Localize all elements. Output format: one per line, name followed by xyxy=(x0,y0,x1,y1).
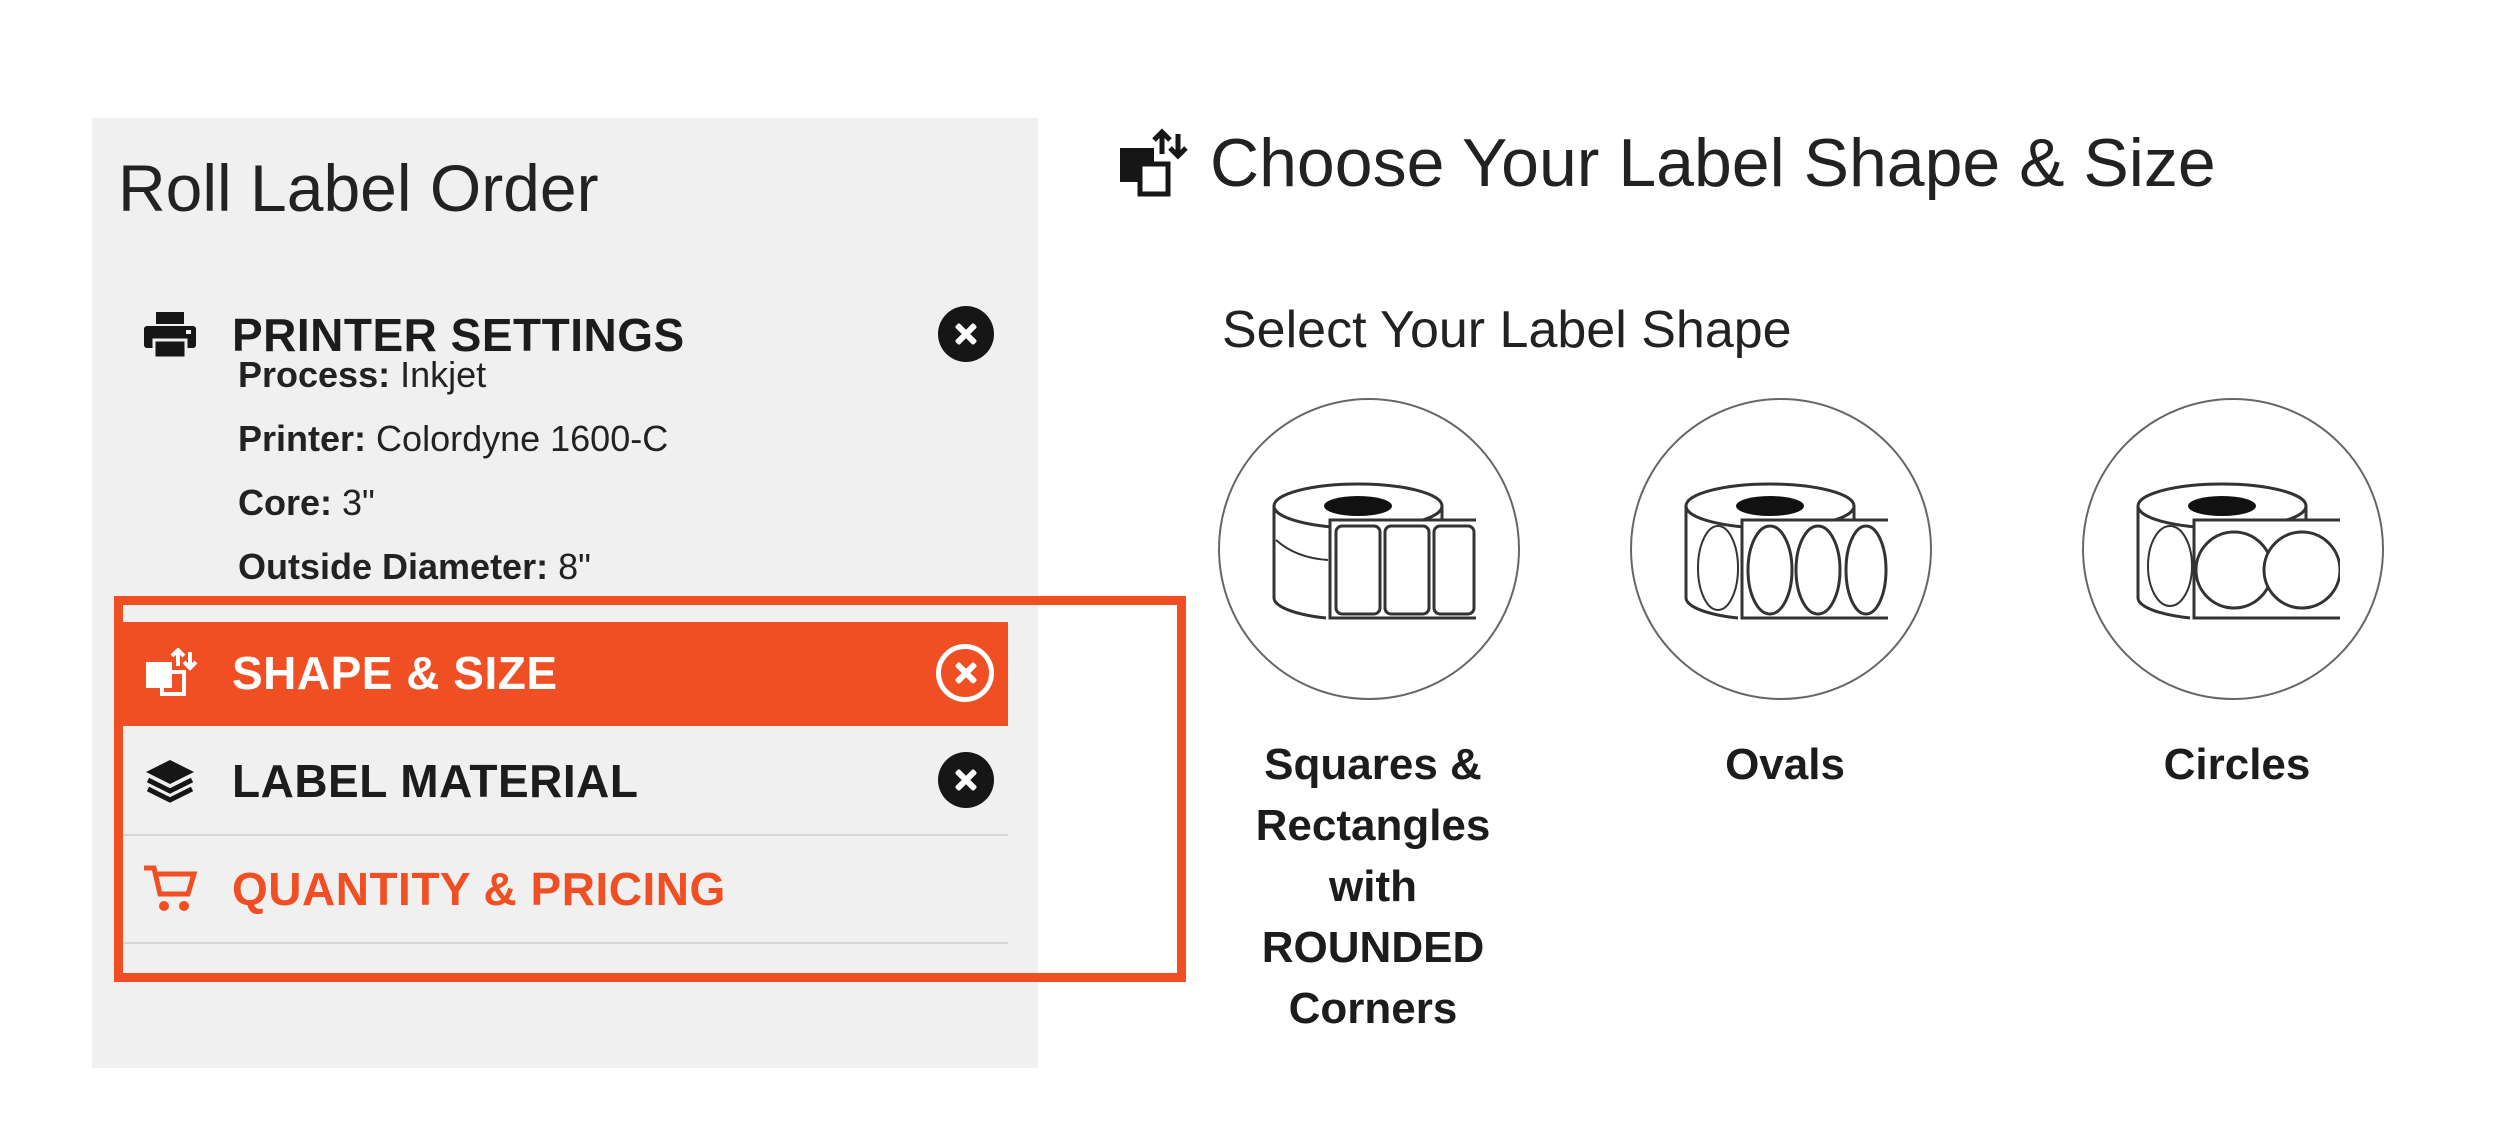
shape-option-label: Circles xyxy=(2163,740,2311,789)
section-subtitle: Select Your Label Shape xyxy=(1222,301,1792,359)
step-label: QUANTITY & PRICING xyxy=(232,863,726,915)
printer-icon xyxy=(144,312,196,360)
remove-shape-size-button[interactable] xyxy=(936,644,994,702)
cart-icon xyxy=(144,865,198,911)
shape-size-icon xyxy=(146,648,198,696)
oval-roll-icon xyxy=(1684,482,1888,620)
shape-option-circle[interactable] xyxy=(1218,398,1520,700)
shape-option-label: Ovals xyxy=(1725,740,1845,789)
sidebar-title: Roll Label Order xyxy=(118,151,599,225)
shape-option-circle[interactable] xyxy=(2082,398,2384,700)
printer-settings-details: Process: Inkjet Printer: Colordyne 1600-… xyxy=(238,354,668,610)
circle-roll-icon xyxy=(2136,482,2340,620)
shape-option-circle[interactable] xyxy=(1630,398,1932,700)
page-title-text: Choose Your Label Shape & Size xyxy=(1210,125,2216,201)
shape-size-icon xyxy=(1120,128,1188,197)
remove-label-material-button[interactable] xyxy=(938,752,994,808)
shape-option-squares-rectangles[interactable]: Squares & Rectangles with ROUNDED Corner… xyxy=(1218,398,1528,1039)
detail-printer: Printer: Colordyne 1600-C xyxy=(238,418,669,459)
detail-core: Core: 3" xyxy=(238,482,375,523)
step-label: SHAPE & SIZE xyxy=(232,647,558,699)
remove-printer-settings-button[interactable] xyxy=(938,306,994,362)
shape-option-circles[interactable]: Circles xyxy=(2082,398,2392,795)
layers-icon xyxy=(146,760,194,803)
shape-option-label: Squares & Rectangles with ROUNDED Corner… xyxy=(1255,740,1491,1033)
shape-option-ovals[interactable]: Ovals xyxy=(1630,398,1940,795)
step-shape-size[interactable]: SHAPE & SIZE xyxy=(116,622,1008,726)
detail-outside-diameter: Outside Diameter: 8" xyxy=(238,546,591,587)
step-label: LABEL MATERIAL xyxy=(232,755,639,807)
rounded-rectangle-roll-icon xyxy=(1272,482,1476,620)
detail-process: Process: Inkjet xyxy=(238,354,487,395)
step-quantity-pricing[interactable]: QUANTITY & PRICING xyxy=(116,838,1008,944)
order-sidebar: Roll Label Order PRINTER SETTINGS Proces… xyxy=(92,118,1186,1068)
step-label-material[interactable]: LABEL MATERIAL xyxy=(116,730,1008,836)
